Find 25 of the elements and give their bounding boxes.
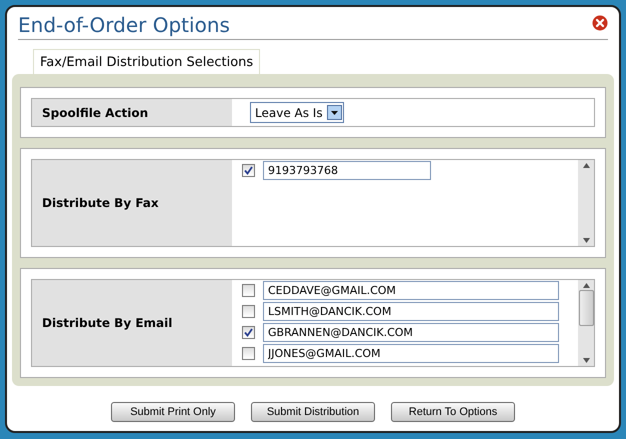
email-field[interactable]: CEDDAVE@GMAIL.COM — [263, 281, 559, 300]
action-button[interactable]: Submit Distribution — [251, 402, 375, 422]
checkbox[interactable] — [242, 305, 255, 318]
scroll-thumb[interactable] — [578, 290, 594, 326]
scroll-down-icon[interactable] — [582, 358, 590, 363]
scrollbar[interactable] — [578, 160, 594, 246]
scrollbar[interactable] — [578, 280, 594, 366]
checkbox[interactable] — [242, 284, 255, 297]
fax-number-field[interactable]: 9193793768 — [263, 161, 431, 180]
row-label: Distribute By Email — [32, 280, 232, 366]
scroll-up-icon[interactable] — [582, 163, 590, 168]
close-icon[interactable] — [592, 15, 608, 31]
scroll-up-icon[interactable] — [582, 283, 590, 288]
window-title: End-of-Order Options — [18, 13, 230, 37]
dropdown[interactable]: Leave As Is — [250, 102, 344, 123]
checkbox[interactable] — [242, 326, 255, 339]
scroll-down-icon[interactable] — [582, 238, 590, 243]
row-label: Distribute By Fax — [32, 160, 232, 246]
action-button[interactable]: Submit Print Only — [111, 402, 235, 422]
email-field[interactable]: GBRANNEN@DANCIK.COM — [263, 323, 559, 342]
action-button[interactable]: Return To Options — [391, 402, 515, 422]
checkbox[interactable] — [242, 164, 255, 177]
row-label: Spoolfile Action — [32, 99, 232, 126]
email-field[interactable]: LSMITH@DANCIK.COM — [263, 302, 559, 321]
checkbox[interactable] — [242, 347, 255, 360]
